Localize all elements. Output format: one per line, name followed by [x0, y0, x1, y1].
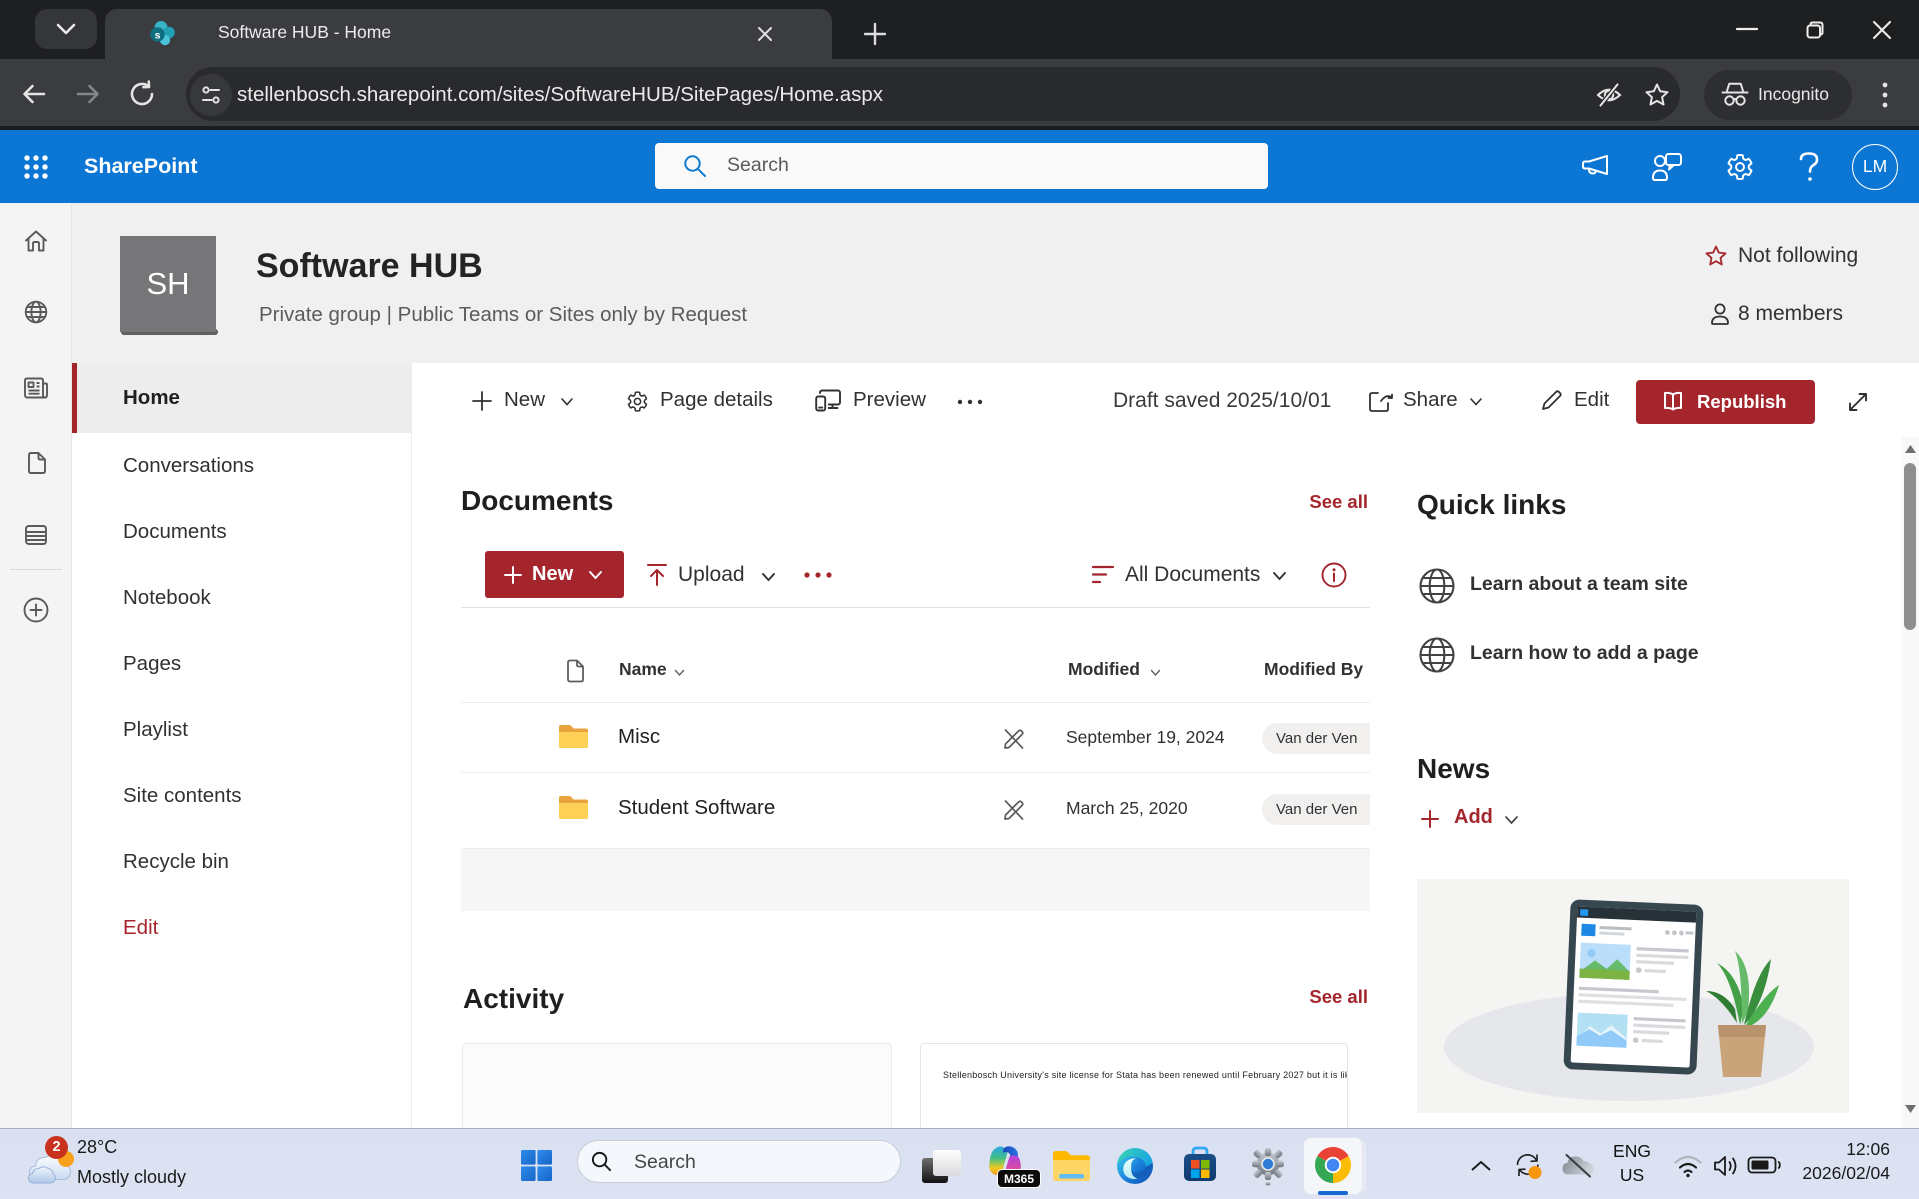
svg-text:s: s	[155, 30, 161, 42]
